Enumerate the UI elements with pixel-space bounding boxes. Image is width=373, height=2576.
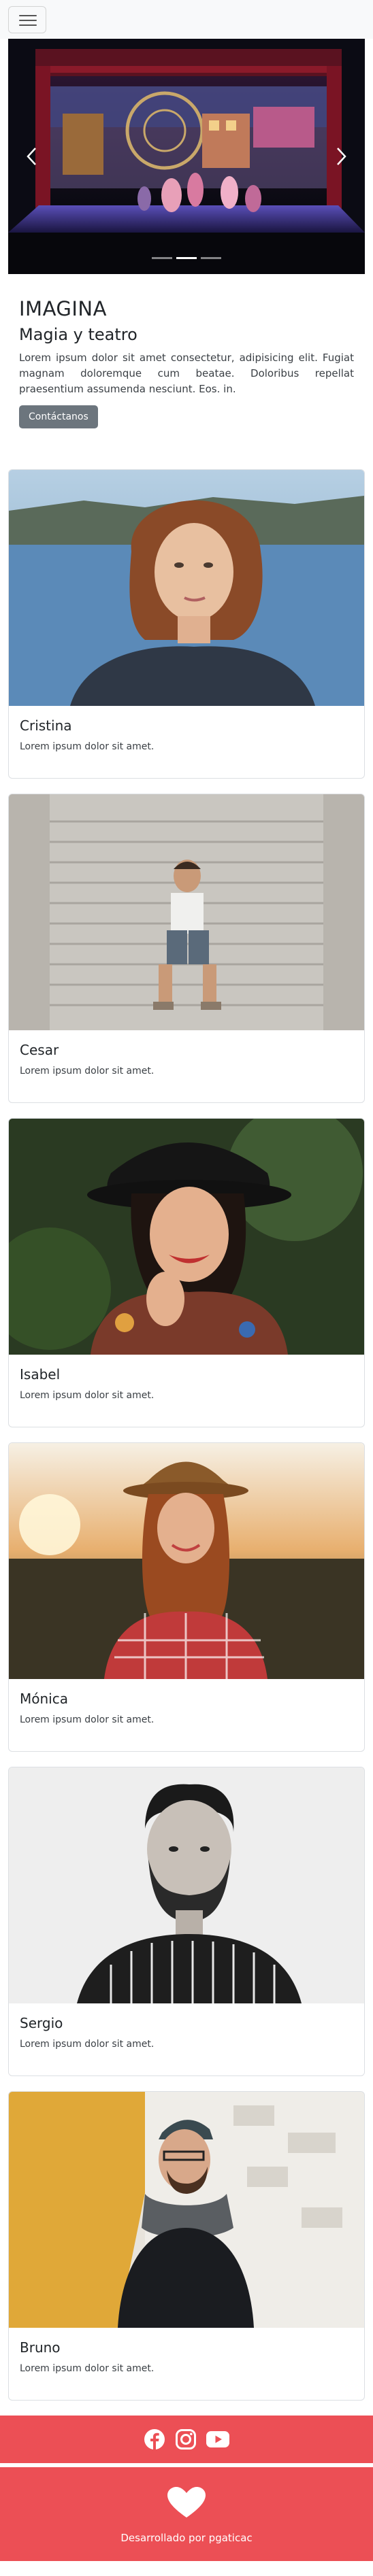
card-name: Sergio bbox=[20, 2015, 63, 2031]
card-text: Lorem ipsum dolor sit amet. bbox=[20, 2363, 155, 2374]
card-name: Cristina bbox=[20, 717, 72, 734]
youtube-icon bbox=[206, 2431, 229, 2447]
facebook-link[interactable] bbox=[144, 2428, 165, 2450]
carousel-indicator-active[interactable] bbox=[176, 257, 197, 259]
card-text: Lorem ipsum dolor sit amet. bbox=[20, 2039, 155, 2050]
social-bar bbox=[0, 2416, 373, 2463]
carousel-indicators bbox=[8, 257, 365, 259]
page-title: IMAGINA bbox=[19, 297, 107, 320]
footer-credit: Desarrollado por pgaticac bbox=[120, 2532, 253, 2544]
page-subtitle: Magia y teatro bbox=[19, 325, 137, 344]
carousel-prev-button[interactable] bbox=[8, 39, 56, 274]
contact-button[interactable]: Contáctanos bbox=[19, 405, 98, 428]
instagram-link[interactable] bbox=[175, 2428, 197, 2450]
carousel-next-button[interactable] bbox=[317, 39, 365, 274]
card-photo bbox=[9, 794, 364, 1030]
card-photo bbox=[9, 1767, 364, 2003]
card-name: Cesar bbox=[20, 1042, 59, 1058]
card-photo bbox=[9, 2092, 364, 2328]
card-photo bbox=[9, 470, 364, 706]
card-text: Lorem ipsum dolor sit amet. bbox=[20, 741, 155, 752]
team-card: Mónica Lorem ipsum dolor sit amet. bbox=[8, 1442, 365, 1752]
facebook-icon bbox=[144, 2429, 165, 2450]
team-card: Cristina Lorem ipsum dolor sit amet. bbox=[8, 469, 365, 779]
youtube-link[interactable] bbox=[206, 2430, 229, 2448]
team-card: Bruno Lorem ipsum dolor sit amet. bbox=[8, 2091, 365, 2401]
card-name: Isabel bbox=[20, 1366, 61, 1383]
footer: Desarrollado por pgaticac bbox=[0, 2467, 373, 2561]
card-name: Bruno bbox=[20, 2339, 61, 2356]
chevron-left-icon bbox=[27, 148, 36, 165]
team-card: Sergio Lorem ipsum dolor sit amet. bbox=[8, 1767, 365, 2076]
heart-icon bbox=[167, 2487, 206, 2518]
card-name: Mónica bbox=[20, 1691, 68, 1707]
hamburger-icon bbox=[19, 15, 37, 26]
carousel-indicator[interactable] bbox=[201, 257, 221, 259]
navbar bbox=[0, 0, 373, 39]
intro-section: IMAGINA Magia y teatro Lorem ipsum dolor… bbox=[0, 274, 373, 428]
card-text: Lorem ipsum dolor sit amet. bbox=[20, 1066, 155, 1077]
chevron-right-icon bbox=[337, 148, 346, 165]
card-text: Lorem ipsum dolor sit amet. bbox=[20, 1390, 155, 1401]
instagram-icon bbox=[176, 2429, 196, 2450]
team-cards: Cristina Lorem ipsum dolor sit amet. Ces… bbox=[0, 469, 373, 2401]
team-card: Isabel Lorem ipsum dolor sit amet. bbox=[8, 1118, 365, 1427]
navbar-toggle-button[interactable] bbox=[8, 6, 46, 33]
carousel-slide-image bbox=[8, 39, 365, 274]
card-photo bbox=[9, 1443, 364, 1679]
intro-paragraph: Lorem ipsum dolor sit amet consectetur, … bbox=[19, 352, 354, 395]
hero-carousel bbox=[8, 39, 365, 274]
card-text: Lorem ipsum dolor sit amet. bbox=[20, 1714, 155, 1725]
team-card: Cesar Lorem ipsum dolor sit amet. bbox=[8, 794, 365, 1103]
carousel-indicator[interactable] bbox=[152, 257, 172, 259]
card-photo bbox=[9, 1119, 364, 1355]
